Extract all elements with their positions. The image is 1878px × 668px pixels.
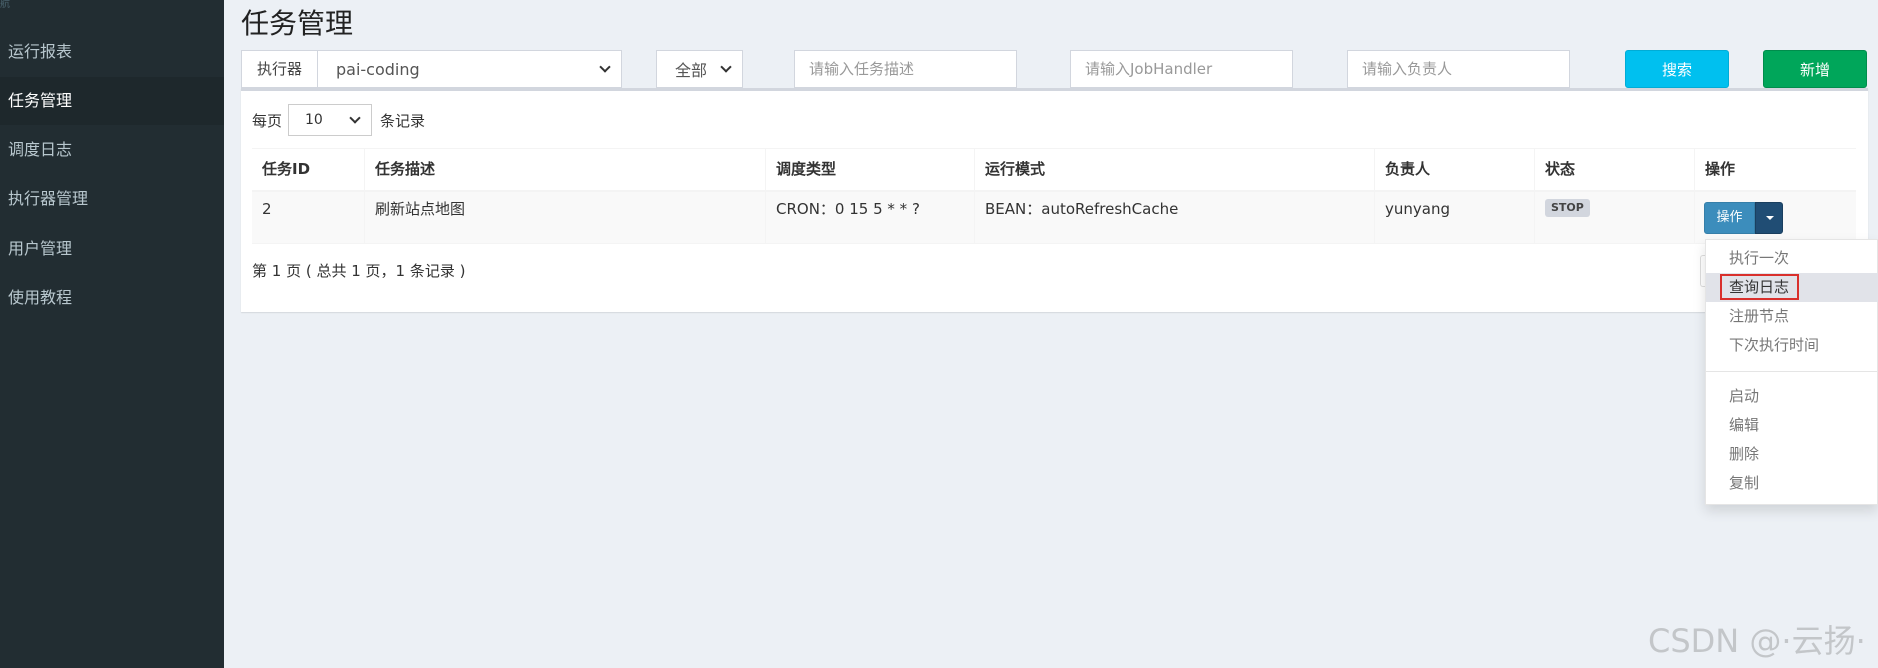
menu-item-label: 注册节点 [1729,307,1790,325]
col-header-mode[interactable]: 运行模式 [974,149,1374,190]
author-placeholder: 请输入负责人 [1362,60,1453,78]
cell-status: STOP [1534,192,1694,243]
per-page-value: 10 [305,112,323,128]
sidebar: 航 运行报表 任务管理 调度日志 执行器管理 用户管理 使用教程 [0,0,224,668]
job-handler-input[interactable]: 请输入JobHandler [1070,50,1293,88]
status-badge: STOP [1545,199,1590,217]
watermark: CSDN @·云扬· [1648,622,1866,660]
job-desc-placeholder: 请输入任务描述 [809,60,915,78]
menu-item-registry[interactable]: 注册节点 [1706,302,1878,331]
sidebar-item-logs[interactable]: 调度日志 [0,126,224,174]
executor-select-value: pai-coding [336,59,420,79]
menu-item-label: 执行一次 [1729,249,1790,267]
search-button[interactable]: 搜索 [1625,50,1729,88]
table-header: 任务ID 任务描述 调度类型 运行模式 负责人 状态 操作 [252,148,1856,192]
cell-author: yunyang [1374,192,1534,243]
status-select-value: 全部 [675,61,708,80]
menu-item-label: 下次执行时间 [1729,336,1820,354]
sidebar-header: 航 [0,0,10,10]
action-button[interactable]: 操作 [1704,202,1755,234]
executor-select[interactable]: pai-coding [317,50,622,88]
menu-item-trigger[interactable]: 执行一次 [1706,244,1878,273]
job-desc-input[interactable]: 请输入任务描述 [794,50,1017,88]
col-header-status[interactable]: 状态 [1534,149,1694,190]
executor-label: 执行器 [241,50,317,88]
menu-item-next-trigger[interactable]: 下次执行时间 [1706,331,1878,360]
col-header-id[interactable]: 任务ID [252,149,364,190]
page-title: 任务管理 [241,7,354,40]
action-split-button: 操作 [1704,202,1783,234]
chevron-down-icon [599,61,611,73]
cell-mode: BEAN：autoRefreshCache [974,192,1374,243]
pagination-info: 第 1 页 ( 总共 1 页，1 条记录 ) [252,262,466,280]
action-dropdown-menu: 执行一次 查询日志 注册节点 下次执行时间 启动 编辑 删除 复制 [1705,239,1878,505]
add-button[interactable]: 新增 [1763,50,1867,88]
menu-item-label: 查询日志 [1719,274,1800,300]
menu-item-start[interactable]: 启动 [1706,382,1878,411]
menu-item-label: 删除 [1729,445,1760,463]
col-header-schedule[interactable]: 调度类型 [765,149,974,190]
sidebar-item-jobs[interactable]: 任务管理 [0,77,224,125]
sidebar-item-executors[interactable]: 执行器管理 [0,175,224,223]
menu-item-label: 复制 [1729,474,1760,492]
sidebar-item-report[interactable]: 运行报表 [0,28,224,76]
menu-item-edit[interactable]: 编辑 [1706,411,1878,440]
caret-down-icon[interactable] [1755,202,1783,234]
menu-item-delete[interactable]: 删除 [1706,440,1878,469]
col-header-desc[interactable]: 任务描述 [364,149,765,190]
cell-id: 2 [262,200,272,218]
menu-item-copy[interactable]: 复制 [1706,469,1878,498]
menu-item-label: 启动 [1729,387,1760,405]
status-select[interactable]: 全部 [656,50,743,88]
job-handler-placeholder: 请输入JobHandler [1085,60,1213,78]
per-page-control: 每页 10 条记录 [252,104,425,136]
chevron-down-icon [349,112,361,124]
cell-schedule: CRON：0 15 5 * * ? [765,192,974,243]
table-row: 2 刷新站点地图 CRON：0 15 5 * * ? BEAN：autoRefr… [252,192,1856,244]
chevron-down-icon [720,61,732,73]
sidebar-item-users[interactable]: 用户管理 [0,225,224,273]
col-header-action: 操作 [1694,149,1856,190]
per-page-prefix: 每页 [252,111,283,130]
menu-item-label: 编辑 [1729,416,1760,434]
job-table: 任务ID 任务描述 调度类型 运行模式 负责人 状态 操作 2 刷新站点地图 C… [252,148,1856,244]
per-page-select[interactable]: 10 [288,104,373,136]
author-input[interactable]: 请输入负责人 [1347,50,1570,88]
per-page-suffix: 条记录 [380,111,426,130]
menu-divider [1706,371,1878,372]
sidebar-item-help[interactable]: 使用教程 [0,274,224,322]
cell-desc: 刷新站点地图 [364,192,765,243]
col-header-author[interactable]: 负责人 [1374,149,1534,190]
menu-item-query-log[interactable]: 查询日志 [1706,273,1878,302]
